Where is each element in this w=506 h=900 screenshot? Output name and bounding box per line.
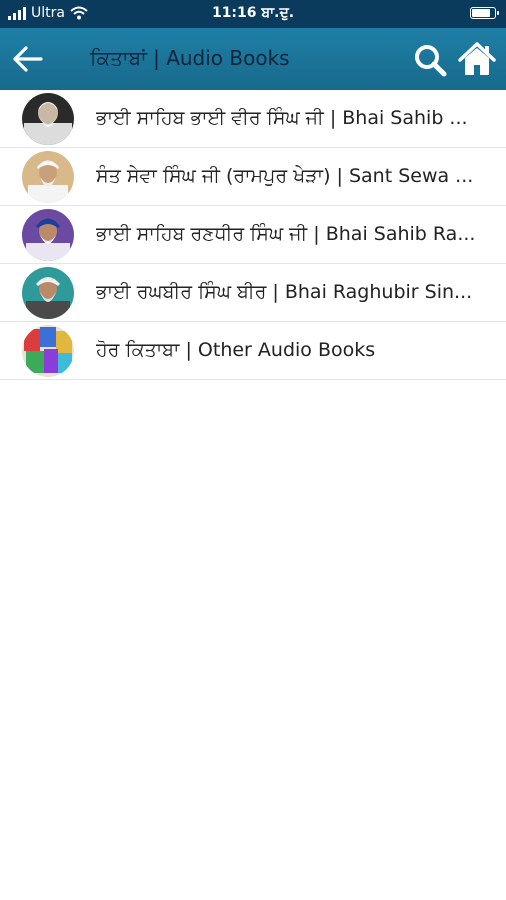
list-item[interactable]: ਸੰਤ ਸੇਵਾ ਸਿੰਘ ਜੀ (ਰਾਮਪੁਰ ਖੇੜਾ) | Sant Se… xyxy=(0,148,506,206)
page-title: ਕਿਤਾਬਾਂ | Audio Books xyxy=(90,46,290,70)
battery-icon xyxy=(470,7,499,19)
avatar xyxy=(22,325,74,377)
list-item-label: ਭਾਈ ਰਘਬੀਰ ਸਿੰਘ ਬੀਰ | Bhai Raghubir Sin..… xyxy=(96,281,473,303)
audio-books-list: ਭਾਈ ਸਾਹਿਬ ਭਾਈ ਵੀਰ ਸਿੰਘ ਜੀ | Bhai Sahib .… xyxy=(0,90,506,380)
search-icon[interactable] xyxy=(413,43,447,77)
app-bar: ਕਿਤਾਬਾਂ | Audio Books xyxy=(0,28,506,90)
list-item[interactable]: ਭਾਈ ਰਘਬੀਰ ਸਿੰਘ ਬੀਰ | Bhai Raghubir Sin..… xyxy=(0,264,506,322)
list-item-label: ਭਾਈ ਸਾਹਿਬ ਭਾਈ ਵੀਰ ਸਿੰਘ ਜੀ | Bhai Sahib .… xyxy=(96,107,468,129)
status-time: 11:16 ਬਾ.ਦੁ. xyxy=(211,5,295,21)
list-item[interactable]: ਹੋਰ ਕਿਤਾਬਾ | Other Audio Books xyxy=(0,322,506,380)
avatar xyxy=(22,93,74,145)
list-item-label: ਭਾਈ ਸਾਹਿਬ ਰਣਧੀਰ ਸਿੰਘ ਜੀ | Bhai Sahib Ra.… xyxy=(96,223,476,245)
list-item[interactable]: ਭਾਈ ਸਾਹਿਬ ਰਣਧੀਰ ਸਿੰਘ ਜੀ | Bhai Sahib Ra.… xyxy=(0,206,506,264)
back-arrow-icon[interactable] xyxy=(12,45,44,73)
avatar xyxy=(22,209,74,261)
list-item[interactable]: ਭਾਈ ਸਾਹਿਬ ਭਾਈ ਵੀਰ ਸਿੰਘ ਜੀ | Bhai Sahib .… xyxy=(0,90,506,148)
status-bar: Ultra 11:16 ਬਾ.ਦੁ. xyxy=(0,0,506,28)
list-item-label: ਹੋਰ ਕਿਤਾਬਾ | Other Audio Books xyxy=(96,339,376,361)
home-icon[interactable] xyxy=(458,41,496,77)
list-item-label: ਸੰਤ ਸੇਵਾ ਸਿੰਘ ਜੀ (ਰਾਮਪੁਰ ਖੇੜਾ) | Sant Se… xyxy=(96,165,474,187)
avatar xyxy=(22,267,74,319)
avatar xyxy=(22,151,74,203)
